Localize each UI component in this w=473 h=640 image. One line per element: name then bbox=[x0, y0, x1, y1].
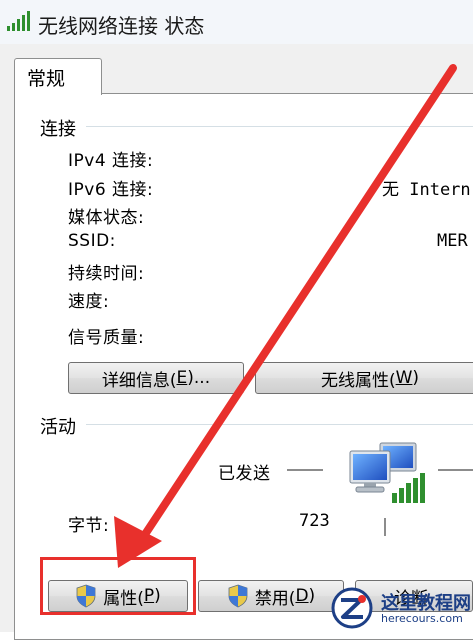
speed-label: 速度: bbox=[68, 292, 110, 312]
activity-divider bbox=[384, 518, 386, 536]
signal-quality-label: 信号质量: bbox=[68, 328, 145, 348]
annotation-highlight-box bbox=[40, 557, 196, 615]
sent-line bbox=[287, 469, 323, 471]
media-state-label: 媒体状态: bbox=[68, 208, 145, 228]
wireless-button-suffix: ) bbox=[412, 368, 420, 388]
connection-section-rule bbox=[86, 126, 473, 127]
ipv6-value: 无 Intern bbox=[382, 180, 471, 200]
connection-section-title: 连接 bbox=[40, 119, 76, 140]
network-computers-icon bbox=[349, 442, 425, 503]
watermark-logo-icon bbox=[331, 587, 373, 629]
disable-button-text: 禁用( bbox=[254, 588, 296, 609]
details-button-text: 详细信息( bbox=[101, 370, 177, 391]
wireless-properties-button[interactable]: 无线属性(W) bbox=[255, 362, 473, 394]
ssid-label: SSID: bbox=[68, 231, 116, 251]
bytes-sent-value: 723 bbox=[299, 511, 330, 531]
disable-button-suffix: ) bbox=[308, 586, 316, 606]
wireless-button-mnemonic: W bbox=[395, 368, 413, 388]
duration-label: 持续时间: bbox=[68, 264, 145, 284]
activity-section-title: 活动 bbox=[40, 417, 76, 438]
shield-icon bbox=[228, 584, 248, 608]
details-button-mnemonic: E bbox=[176, 368, 188, 388]
received-line bbox=[438, 469, 473, 471]
wireless-signal-icon bbox=[7, 11, 30, 31]
sent-label: 已发送 bbox=[218, 464, 271, 484]
disable-button[interactable]: 禁用(D) bbox=[198, 580, 344, 612]
details-button[interactable]: 详细信息(E)... bbox=[68, 362, 244, 394]
watermark-url: herecours.com bbox=[381, 612, 463, 625]
activity-section-rule bbox=[86, 424, 473, 425]
ipv4-label: IPv4 连接: bbox=[68, 151, 154, 171]
window-title: 无线网络连接 状态 bbox=[38, 14, 205, 38]
tab-general[interactable]: 常规 bbox=[14, 58, 102, 95]
watermark: 这里教程网 herecours.com bbox=[325, 585, 473, 632]
details-button-suffix: )... bbox=[187, 368, 211, 388]
disable-button-mnemonic: D bbox=[295, 586, 309, 606]
bytes-label: 字节: bbox=[68, 516, 110, 536]
ssid-value: MER bbox=[437, 231, 468, 251]
ipv6-label: IPv6 连接: bbox=[68, 180, 154, 200]
wireless-button-text: 无线属性( bbox=[320, 370, 396, 391]
tab-general-label: 常规 bbox=[27, 68, 66, 90]
